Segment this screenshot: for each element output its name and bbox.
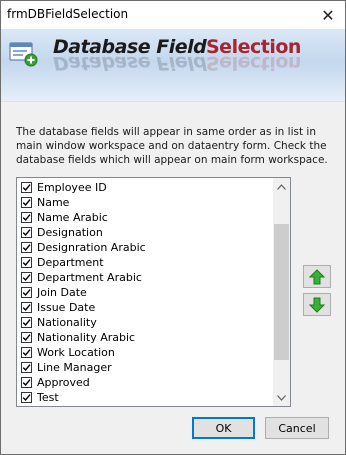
list-item-label: Test <box>37 391 59 404</box>
list-item-label: Nationality <box>37 316 97 329</box>
checklist-items: Employee ID Name Name Arabic Designation Des… <box>17 180 273 405</box>
list-item-label: Join Date <box>37 286 87 299</box>
dialog-window: frmDBFieldSelection ✕ Database Field Sel… <box>0 0 346 455</box>
title-bar: frmDBFieldSelection ✕ <box>1 1 345 29</box>
list-item-label: Issue Date <box>37 301 96 314</box>
list-item-label: Employee ID <box>37 181 107 194</box>
list-item[interactable]: Approved <box>17 375 273 390</box>
list-item-label: Designration Arabic <box>37 241 146 254</box>
list-item[interactable]: Department Arabic <box>17 270 273 285</box>
checkbox[interactable] <box>21 242 32 253</box>
list-item-label: Department <box>37 256 104 269</box>
close-button[interactable]: ✕ <box>311 1 345 29</box>
list-item[interactable]: Department <box>17 255 273 270</box>
vertical-scrollbar[interactable] <box>273 178 290 406</box>
banner-divider <box>1 101 345 102</box>
list-item-label: Approved <box>37 376 90 389</box>
checkbox[interactable] <box>21 392 32 403</box>
move-up-button[interactable] <box>303 265 331 288</box>
list-item[interactable]: Designration Arabic <box>17 240 273 255</box>
checkbox[interactable] <box>21 212 32 223</box>
scroll-thumb[interactable] <box>274 224 289 360</box>
list-item-label: Work Location <box>37 346 115 359</box>
checkbox[interactable] <box>21 362 32 373</box>
list-item[interactable]: Test <box>17 390 273 405</box>
scroll-up-arrow[interactable] <box>273 178 290 195</box>
checkbox[interactable] <box>21 347 32 358</box>
ok-button[interactable]: OK <box>192 417 255 439</box>
list-item[interactable]: Name <box>17 195 273 210</box>
checkbox[interactable] <box>21 272 32 283</box>
checkbox[interactable] <box>21 227 32 238</box>
checkbox[interactable] <box>21 182 32 193</box>
list-item-label: Nationality Arabic <box>37 331 136 344</box>
list-item[interactable]: Designation <box>17 225 273 240</box>
database-add-icon <box>9 41 39 67</box>
list-item-label: Department Arabic <box>37 271 142 284</box>
banner-title-reflection: Database Field <box>53 52 207 74</box>
list-item[interactable]: Employee ID <box>17 180 273 195</box>
list-item[interactable]: Work Location <box>17 345 273 360</box>
description-text: The database fields will appear in same … <box>16 126 328 166</box>
list-item-label: Name <box>37 196 70 209</box>
checkbox[interactable] <box>21 257 32 268</box>
checkbox[interactable] <box>21 317 32 328</box>
list-item[interactable]: Nationality <box>17 315 273 330</box>
list-item[interactable]: Name Arabic <box>17 210 273 225</box>
cancel-button[interactable]: Cancel <box>265 417 329 439</box>
list-item[interactable]: Nationality Arabic <box>17 330 273 345</box>
list-item-label: Line Manager <box>37 361 112 374</box>
move-down-button[interactable] <box>303 293 331 316</box>
list-item-label: Name Arabic <box>37 211 108 224</box>
scroll-down-arrow[interactable] <box>273 389 290 406</box>
close-icon: ✕ <box>321 5 335 25</box>
green-arrow-up-icon <box>309 268 325 284</box>
list-item[interactable]: Line Manager <box>17 360 273 375</box>
checkbox[interactable] <box>21 197 32 208</box>
field-checklist[interactable]: Employee ID Name Name Arabic Designation Des… <box>16 177 291 407</box>
checkbox[interactable] <box>21 287 32 298</box>
checkbox[interactable] <box>21 332 32 343</box>
list-item[interactable]: Join Date <box>17 285 273 300</box>
green-arrow-down-icon <box>309 297 325 313</box>
window-title: frmDBFieldSelection <box>7 7 129 21</box>
checkbox[interactable] <box>21 302 32 313</box>
checkbox[interactable] <box>21 377 32 388</box>
list-item-label: Designation <box>37 226 103 239</box>
banner-title-accent-reflection: Selection <box>206 52 301 74</box>
list-item[interactable]: Issue Date <box>17 300 273 315</box>
